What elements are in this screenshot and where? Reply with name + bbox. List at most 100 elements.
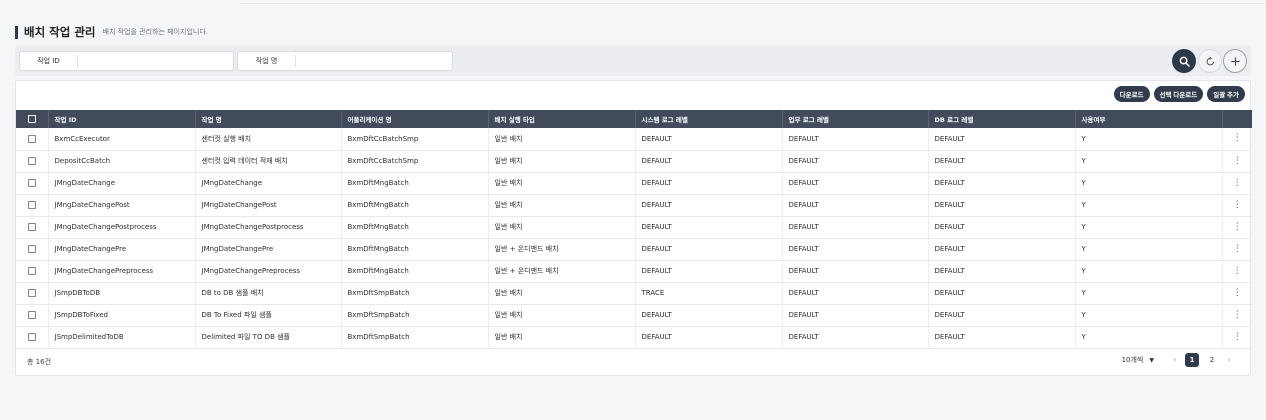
- table-header-row: 작업 ID 작업 명 어플리케이션 명 배치 실행 타입 시스템 로그 레벨 업…: [16, 110, 1252, 128]
- row-menu-icon[interactable]: ⋮: [1222, 282, 1252, 304]
- sys-log-cell: DEFAULT: [635, 128, 783, 150]
- page-1-button[interactable]: 1: [1185, 353, 1199, 367]
- page-header: 배치 작업 관리 배치 작업을 관리하는 페이지입니다.: [15, 24, 208, 40]
- actions-header: [1222, 110, 1252, 128]
- sys-log-cell: DEFAULT: [635, 216, 783, 238]
- sys-log-cell: DEFAULT: [635, 150, 783, 172]
- biz-log-cell: DEFAULT: [782, 282, 929, 304]
- job-id-cell: DepositCcBatch: [48, 150, 196, 172]
- job-id-field: 작업 ID: [19, 51, 234, 71]
- row-select-cell: [16, 128, 49, 150]
- table-row[interactable]: DepositCcBatch 센터컷 입력 데이터 적재 배치 BxmDftCcBa…: [16, 150, 1252, 172]
- bulk-add-button[interactable]: 일괄 추가: [1207, 86, 1245, 102]
- row-menu-icon[interactable]: ⋮: [1222, 194, 1252, 216]
- row-menu-icon[interactable]: ⋮: [1222, 304, 1252, 326]
- exec-type-cell: 일반 배치: [488, 194, 636, 216]
- table-row[interactable]: JSmpDBToDB DB to DB 샘플 배치 BxmDftSmpBatch 일반…: [16, 282, 1252, 304]
- job-id-cell: JSmpDBToDB: [48, 282, 196, 304]
- job-name-cell: JMngDateChangePostprocess: [195, 216, 342, 238]
- row-menu-icon[interactable]: ⋮: [1222, 216, 1252, 238]
- select-all-checkbox[interactable]: [27, 115, 36, 123]
- total-count: 총 16건: [27, 358, 52, 366]
- row-menu-icon[interactable]: ⋮: [1222, 238, 1252, 260]
- column-header[interactable]: 작업 명: [195, 110, 342, 128]
- db-log-cell: DEFAULT: [928, 194, 1076, 216]
- column-header[interactable]: 작업 ID: [48, 110, 196, 128]
- title-accent-bar: [15, 25, 18, 39]
- job-name-field: 작업 명: [237, 51, 453, 71]
- table-row[interactable]: JMngDateChangePreprocess JMngDateChangePr…: [16, 260, 1252, 282]
- top-divider: [240, 0, 1266, 4]
- db-log-cell: DEFAULT: [928, 216, 1076, 238]
- next-page-button[interactable]: ›: [1222, 356, 1236, 364]
- table-row[interactable]: JMngDateChangePost JMngDateChangePost BxmD…: [16, 194, 1252, 216]
- exec-type-cell: 일반 배치: [488, 282, 636, 304]
- row-menu-icon[interactable]: ⋮: [1222, 260, 1252, 282]
- sys-log-cell: DEFAULT: [635, 238, 783, 260]
- row-checkbox[interactable]: [27, 134, 36, 143]
- column-header[interactable]: 배치 실행 타입: [488, 110, 636, 128]
- use-flag-cell: Y: [1075, 238, 1223, 260]
- table-row[interactable]: JSmpDBToFixed DB To Fixed 파일 샘플 BxmDftSmpB…: [16, 304, 1252, 326]
- use-flag-cell: Y: [1075, 282, 1223, 304]
- add-button[interactable]: [1223, 49, 1247, 73]
- sys-log-cell: DEFAULT: [635, 260, 783, 282]
- db-log-cell: DEFAULT: [928, 282, 1076, 304]
- table-row[interactable]: JMngDateChangePre JMngDateChangePre BxmDft…: [16, 238, 1252, 260]
- row-select-cell: [16, 282, 49, 304]
- exec-type-cell: 일반 배치: [488, 128, 636, 150]
- reset-button[interactable]: [1198, 49, 1222, 73]
- job-id-cell: JSmpDelimitedToDB: [48, 326, 196, 348]
- row-checkbox[interactable]: [27, 201, 36, 209]
- row-checkbox[interactable]: [27, 333, 36, 341]
- use-flag-cell: Y: [1075, 194, 1223, 216]
- row-checkbox[interactable]: [27, 179, 36, 187]
- selected-download-button[interactable]: 선택 다운로드: [1153, 86, 1204, 102]
- column-header[interactable]: 사용여부: [1075, 110, 1223, 128]
- search-button[interactable]: [1172, 49, 1196, 73]
- row-checkbox[interactable]: [27, 267, 36, 275]
- exec-type-cell: 일반 배치: [488, 216, 636, 238]
- prev-page-button[interactable]: ‹: [1168, 356, 1182, 364]
- column-header[interactable]: 어플리케이션 명: [341, 110, 489, 128]
- db-log-cell: DEFAULT: [928, 260, 1076, 282]
- row-checkbox[interactable]: [27, 157, 36, 165]
- table-row[interactable]: JMngDateChangePostprocess JMngDateChangeP…: [16, 216, 1252, 238]
- row-checkbox[interactable]: [27, 223, 36, 231]
- table-row[interactable]: JSmpDelimitedToDB Delimited 파일 TO DB 샘플 Bx…: [16, 326, 1252, 348]
- row-checkbox[interactable]: [27, 245, 36, 253]
- page-size-select[interactable]: 10개씩 ▼: [1122, 355, 1154, 365]
- db-log-cell: DEFAULT: [928, 326, 1076, 348]
- download-button[interactable]: 다운로드: [1113, 86, 1150, 102]
- row-checkbox[interactable]: [27, 289, 36, 297]
- job-id-input[interactable]: [78, 53, 233, 69]
- job-name-cell: JMngDateChangePost: [195, 194, 342, 216]
- row-menu-icon[interactable]: ⋮: [1222, 128, 1252, 150]
- row-menu-icon[interactable]: ⋮: [1222, 172, 1252, 194]
- biz-log-cell: DEFAULT: [782, 194, 929, 216]
- page-2-button[interactable]: 2: [1205, 353, 1219, 367]
- row-select-cell: [16, 172, 49, 194]
- sys-log-cell: DEFAULT: [635, 326, 783, 348]
- row-menu-icon[interactable]: ⋮: [1222, 150, 1252, 172]
- job-name-cell: DB to DB 샘플 배치: [195, 282, 342, 304]
- table-row[interactable]: BxmCcExecutor 센터컷 실행 배치 BxmDftCcBatchSmp 일반…: [16, 128, 1252, 150]
- app-name-cell: BxmDftSmpBatch: [341, 304, 489, 326]
- job-name-cell: DB To Fixed 파일 샘플: [195, 304, 342, 326]
- column-header[interactable]: 시스템 로그 레벨: [635, 110, 783, 128]
- app-name-cell: BxmDftMngBatch: [341, 238, 489, 260]
- sys-log-cell: DEFAULT: [635, 194, 783, 216]
- db-log-cell: DEFAULT: [928, 128, 1076, 150]
- row-select-cell: [16, 260, 49, 282]
- job-name-input[interactable]: [296, 53, 452, 69]
- column-header[interactable]: 업무 로그 레벨: [782, 110, 929, 128]
- job-name-cell: 센터컷 입력 데이터 적재 배치: [195, 150, 342, 172]
- row-select-cell: [16, 326, 49, 348]
- table-row[interactable]: JMngDateChange JMngDateChange BxmDftMngBat…: [16, 172, 1252, 194]
- job-name-cell: Delimited 파일 TO DB 샘플: [195, 326, 342, 348]
- use-flag-cell: Y: [1075, 260, 1223, 282]
- job-id-cell: JMngDateChange: [48, 172, 196, 194]
- row-menu-icon[interactable]: ⋮: [1222, 326, 1252, 348]
- row-checkbox[interactable]: [27, 311, 36, 319]
- column-header[interactable]: DB 로그 레벨: [928, 110, 1076, 128]
